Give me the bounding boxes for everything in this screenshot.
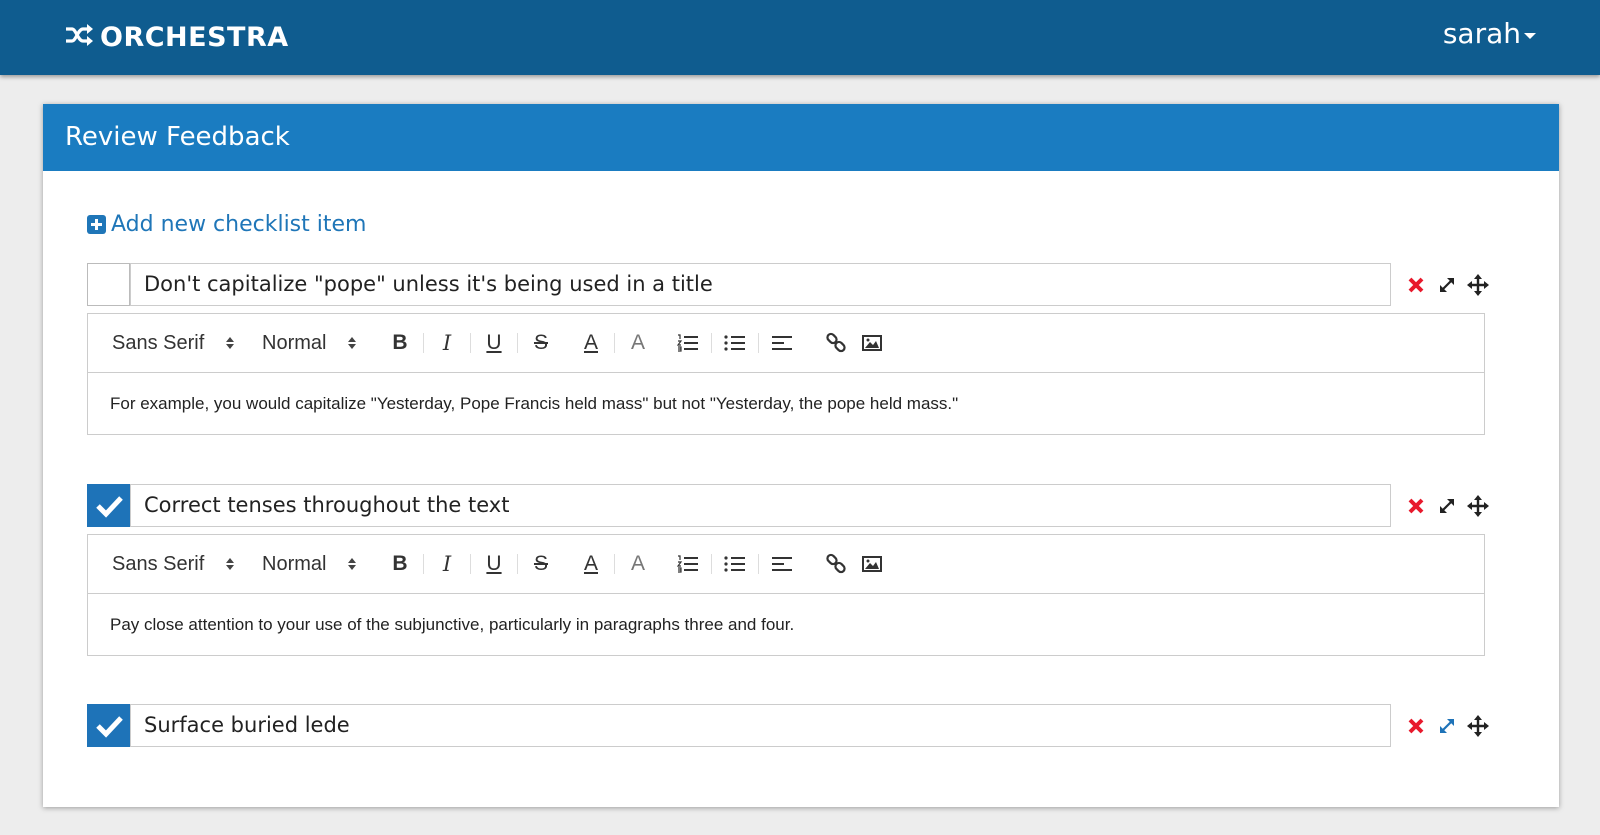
checklist-item: Surface buried lede (87, 704, 1489, 747)
font-family-value: Sans Serif (112, 331, 205, 354)
top-navbar: ORCHESTRA sarah (0, 0, 1600, 75)
toolbar-divider (423, 333, 424, 353)
caret-down-icon (1524, 32, 1536, 39)
editor-toolbar: Sans Serif Normal B I U S A A (88, 314, 1484, 373)
delete-icon[interactable] (1405, 495, 1427, 517)
delete-icon[interactable] (1405, 274, 1427, 296)
brand-name: ORCHESTRA (100, 21, 289, 53)
italic-button[interactable]: I (429, 549, 465, 579)
text-color-button[interactable]: A (573, 549, 609, 579)
font-family-select[interactable]: Sans Serif (112, 553, 262, 576)
bold-button[interactable]: B (382, 549, 418, 579)
brand-logo[interactable]: ORCHESTRA (64, 18, 289, 56)
toolbar-divider (423, 554, 424, 574)
toolbar-divider (614, 554, 615, 574)
link-icon[interactable] (818, 328, 854, 358)
image-icon[interactable] (854, 549, 890, 579)
font-size-value: Normal (262, 331, 327, 354)
rich-text-editor: Sans Serif Normal B I U S A A For exampl… (87, 313, 1485, 435)
add-checklist-item-link[interactable]: Add new checklist item (87, 212, 366, 237)
toolbar-divider (470, 554, 471, 574)
toolbar-divider (758, 333, 759, 353)
font-size-select[interactable]: Normal (262, 332, 382, 355)
select-arrows-icon (348, 558, 357, 570)
checklist-checkbox[interactable] (87, 484, 130, 527)
move-icon[interactable] (1467, 494, 1489, 517)
bullet-list-icon[interactable] (717, 328, 753, 358)
strikethrough-button[interactable]: S (523, 328, 559, 358)
panel-title: Review Feedback (43, 104, 1559, 171)
font-family-value: Sans Serif (112, 552, 205, 575)
review-feedback-panel: Review Feedback Add new checklist item D… (43, 104, 1559, 807)
ordered-list-icon[interactable] (670, 549, 706, 579)
move-icon[interactable] (1467, 273, 1489, 296)
font-family-select[interactable]: Sans Serif (112, 332, 262, 355)
editor-toolbar: Sans Serif Normal B I U S A A (88, 535, 1484, 594)
checklist-checkbox[interactable] (87, 704, 130, 747)
ordered-list-icon[interactable] (670, 328, 706, 358)
link-icon[interactable] (818, 549, 854, 579)
background-color-button[interactable]: A (620, 328, 656, 358)
editor-content[interactable]: Pay close attention to your use of the s… (88, 594, 1484, 655)
checklist-item: Correct tenses throughout the text (87, 484, 1489, 527)
user-menu[interactable]: sarah (1443, 17, 1536, 50)
delete-icon[interactable] (1405, 715, 1427, 737)
checklist-item: Don't capitalize "pope" unless it's bein… (87, 263, 1489, 306)
font-size-select[interactable]: Normal (262, 553, 382, 576)
select-arrows-icon (226, 558, 235, 570)
bold-button[interactable]: B (382, 328, 418, 358)
checklist-checkbox[interactable] (87, 263, 130, 306)
expand-icon[interactable] (1436, 274, 1458, 296)
toolbar-divider (517, 554, 518, 574)
toolbar-divider (711, 554, 712, 574)
strikethrough-button[interactable]: S (523, 549, 559, 579)
checklist-item-title[interactable]: Don't capitalize "pope" unless it's bein… (130, 263, 1391, 306)
expand-icon[interactable] (1436, 715, 1458, 737)
shuffle-icon (64, 22, 100, 53)
move-icon[interactable] (1467, 714, 1489, 737)
item-actions (1405, 484, 1489, 527)
underline-button[interactable]: U (476, 328, 512, 358)
toolbar-divider (614, 333, 615, 353)
select-arrows-icon (348, 337, 357, 349)
bullet-list-icon[interactable] (717, 549, 753, 579)
add-checklist-item-label: Add new checklist item (111, 212, 367, 237)
checklist-item-title[interactable]: Correct tenses throughout the text (130, 484, 1391, 527)
toolbar-divider (758, 554, 759, 574)
select-arrows-icon (226, 337, 235, 349)
item-actions (1405, 263, 1489, 306)
align-left-icon[interactable] (764, 328, 800, 358)
user-name: sarah (1442, 17, 1521, 50)
text-color-button[interactable]: A (573, 328, 609, 358)
plus-square-icon (87, 215, 106, 234)
checkmark-icon (96, 716, 123, 738)
item-actions (1405, 704, 1489, 747)
font-size-value: Normal (262, 552, 327, 575)
checklist-item-title[interactable]: Surface buried lede (130, 704, 1391, 747)
toolbar-divider (517, 333, 518, 353)
image-icon[interactable] (854, 328, 890, 358)
toolbar-divider (470, 333, 471, 353)
underline-button[interactable]: U (476, 549, 512, 579)
editor-content[interactable]: For example, you would capitalize "Yeste… (88, 373, 1484, 434)
italic-button[interactable]: I (429, 328, 465, 358)
checkmark-icon (96, 496, 123, 518)
align-left-icon[interactable] (764, 549, 800, 579)
background-color-button[interactable]: A (620, 549, 656, 579)
toolbar-divider (711, 333, 712, 353)
rich-text-editor: Sans Serif Normal B I U S A A Pay close … (87, 534, 1485, 656)
expand-icon[interactable] (1436, 495, 1458, 517)
